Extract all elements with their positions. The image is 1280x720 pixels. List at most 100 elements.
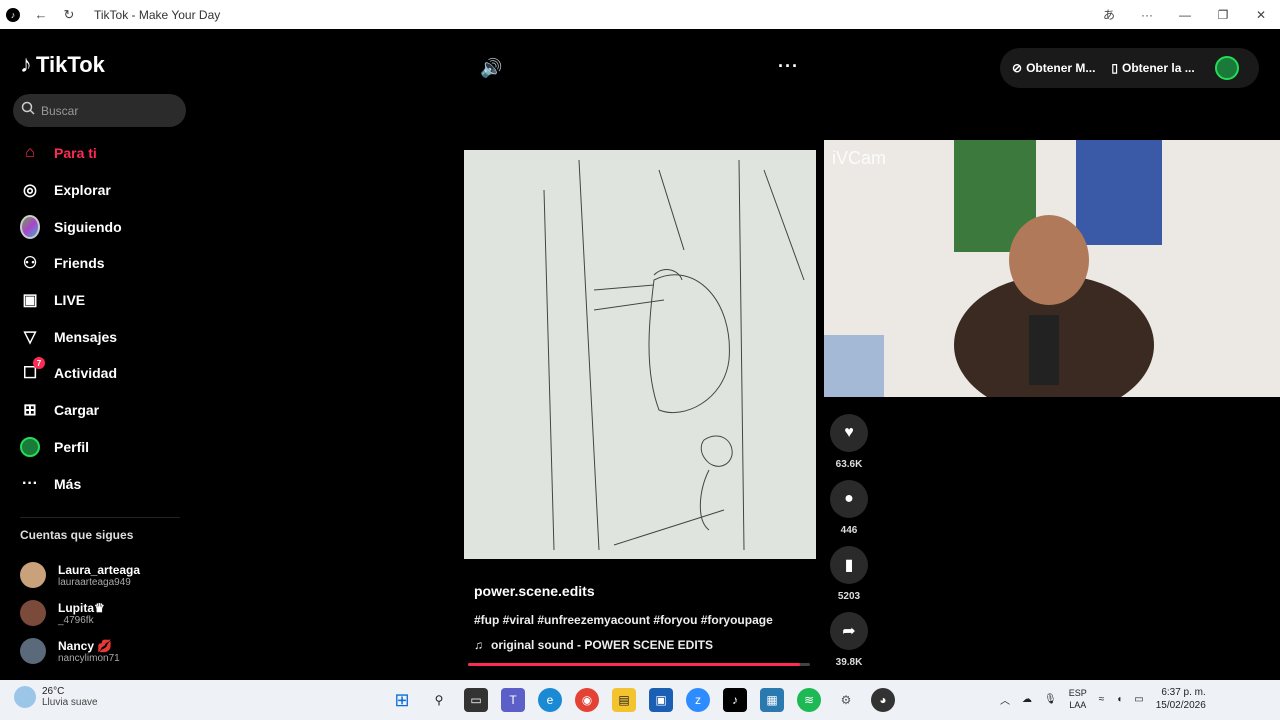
weather-widget[interactable]: 26°C Lluvia suave xyxy=(14,686,98,708)
nav-item-perfil[interactable]: Perfil xyxy=(0,429,200,466)
windows-start-icon[interactable]: ⊞ xyxy=(390,688,414,712)
get-app-button[interactable]: ⊘ Obtener M... xyxy=(1012,61,1095,75)
battery-icon[interactable]: ▭ xyxy=(1134,694,1143,705)
nav-item-cargar[interactable]: ⊞ Cargar xyxy=(0,392,200,429)
like-action[interactable]: ♥ 63.6K xyxy=(830,414,868,470)
nav-item-live[interactable]: ▣ LIVE xyxy=(0,282,200,319)
settings-icon[interactable]: ⚙ xyxy=(834,688,858,712)
back-arrow-icon[interactable]: ← xyxy=(34,7,48,22)
store-icon[interactable]: ▣ xyxy=(649,688,673,712)
save-count: 5203 xyxy=(837,591,861,602)
mic-icon[interactable]: 🎙 xyxy=(1044,694,1057,705)
more-icon: ··· xyxy=(22,474,38,492)
nav-item-mas[interactable]: ··· Más xyxy=(0,465,200,502)
refresh-icon[interactable]: ↻ xyxy=(62,7,76,22)
tiktok-logo[interactable]: ♪ TikTok xyxy=(20,51,105,79)
sidebar-divider xyxy=(20,517,180,518)
get-mobile-app-button[interactable]: ▯ Obtener la ... xyxy=(1111,61,1194,75)
translate-icon[interactable]: あ xyxy=(1090,0,1128,29)
nav-label: Cargar xyxy=(54,402,100,419)
wifi-icon[interactable]: ≈ xyxy=(1099,694,1105,705)
github-icon[interactable]: ◕ xyxy=(871,688,895,712)
heart-icon[interactable]: ♥ xyxy=(830,414,868,452)
edge-icon[interactable]: e xyxy=(538,688,562,712)
search-icon xyxy=(21,101,35,120)
task-view-icon[interactable]: ▭ xyxy=(464,688,488,712)
nav-item-friends[interactable]: ⚇ Friends xyxy=(0,245,200,282)
nav-label: Perfil xyxy=(54,438,90,455)
photos-icon[interactable]: ▦ xyxy=(760,688,784,712)
nav-item-actividad[interactable]: ☐ 7 Actividad xyxy=(0,355,200,392)
video-author[interactable]: power.scene.edits xyxy=(474,583,595,599)
search-box[interactable] xyxy=(13,94,186,127)
share-action[interactable]: ➦ 39.8K xyxy=(830,612,868,668)
restore-icon[interactable]: ❐ xyxy=(1204,0,1242,29)
follow-name: Laura_arteaga xyxy=(58,562,141,577)
more-options-icon[interactable]: ··· xyxy=(778,56,799,77)
follow-item[interactable]: Nancy 💋 nancylimon71 xyxy=(20,632,140,670)
video-player[interactable] xyxy=(464,150,816,559)
follow-list: Laura_arteaga lauraarteaga949 Lupita♛ _4… xyxy=(20,556,140,670)
tiktok-note-icon: ♪ xyxy=(20,51,32,78)
clock-date: 15/02/2026 xyxy=(1155,700,1206,711)
nav-label: Siguiendo xyxy=(54,218,122,235)
clock-time: 6:37 p. m. xyxy=(1161,687,1206,698)
profile-icon xyxy=(20,436,40,457)
video-hashtags[interactable]: #fup #viral #unfreezemyacount #foryou #f… xyxy=(474,613,773,627)
comment-count: 446 xyxy=(840,525,858,536)
onedrive-icon[interactable]: ☁ xyxy=(1022,694,1032,705)
webcam-overlay: iVCam xyxy=(824,140,1280,397)
profile-avatar[interactable] xyxy=(1214,56,1239,80)
comment-action[interactable]: ● 446 xyxy=(830,480,868,536)
system-tray: ︿ ☁ 🎙 ESP LAA ≈ ◖ ▭ 6:37 p. m. 15/02/202… xyxy=(1000,686,1206,712)
comment-icon[interactable]: ● xyxy=(830,480,868,518)
weather-desc: Lluvia suave xyxy=(42,697,98,708)
minimize-icon[interactable]: — xyxy=(1166,0,1204,29)
tiktok-logo-icon: ♪ xyxy=(6,7,20,22)
video-frame-sketch xyxy=(464,150,816,559)
more-icon[interactable]: ··· xyxy=(1128,0,1166,29)
window-title: TikTok - Make Your Day xyxy=(94,7,221,22)
clock[interactable]: 6:37 p. m. 15/02/2026 xyxy=(1156,686,1206,712)
nav-item-para-ti[interactable]: ⌂ Para ti xyxy=(0,135,200,172)
nav-label: Friends xyxy=(54,255,105,272)
save-action[interactable]: ▮ 5203 xyxy=(830,546,868,602)
nav-item-explorar[interactable]: ◎ Explorar xyxy=(0,172,200,209)
zoom-icon[interactable]: z xyxy=(686,688,710,712)
follow-item[interactable]: Laura_arteaga lauraarteaga949 xyxy=(20,556,140,594)
phone-icon: ▯ xyxy=(1111,61,1119,75)
compass-icon: ◎ xyxy=(23,182,37,200)
lang-2: LAA xyxy=(1069,700,1087,710)
spotify-icon[interactable]: ≋ xyxy=(797,688,821,712)
sidebar: ♪ TikTok ⌂ Para ti ◎ Explorar Siguiendo … xyxy=(0,29,200,680)
volume-icon[interactable]: ◖ xyxy=(1116,694,1122,705)
compass-icon: ⊘ xyxy=(1012,61,1023,75)
nav-label: Para ti xyxy=(54,145,97,162)
taskbar-apps: ⊞ ⚲ ▭ T e ◉ ▤ ▣ z ♪ ▦ ≋ ⚙ ◕ xyxy=(390,688,895,712)
teams-icon[interactable]: T xyxy=(501,688,525,712)
nav-item-siguiendo[interactable]: Siguiendo xyxy=(0,208,200,245)
search-input[interactable] xyxy=(41,103,181,118)
nav-item-mensajes[interactable]: ▽ Mensajes xyxy=(0,318,200,355)
activity-badge: 7 xyxy=(33,357,45,370)
weather-temp: 26°C xyxy=(42,686,65,697)
video-progress-bar[interactable] xyxy=(468,663,810,666)
lang-1: ESP xyxy=(1068,688,1087,698)
follow-item[interactable]: Lupita♛ _4796fk xyxy=(20,594,140,632)
language-indicator[interactable]: ESP LAA xyxy=(1069,687,1087,711)
bookmark-icon[interactable]: ▮ xyxy=(830,546,868,584)
close-icon[interactable]: ✕ xyxy=(1242,0,1280,29)
music-note-icon: ♫ xyxy=(474,638,483,652)
video-actions: ♥ 63.6K ● 446 ▮ 5203 ➦ 39.8K xyxy=(829,414,869,678)
search-icon[interactable]: ⚲ xyxy=(427,688,451,712)
file-explorer-icon[interactable]: ▤ xyxy=(612,688,636,712)
volume-icon[interactable]: 🔊 xyxy=(480,58,502,79)
video-sound[interactable]: ♫ original sound - POWER SCENE EDITS xyxy=(474,638,713,652)
chevron-up-icon[interactable]: ︿ xyxy=(1000,692,1010,707)
share-icon[interactable]: ➦ xyxy=(830,612,868,650)
tiktok-app-icon[interactable]: ♪ xyxy=(723,688,747,712)
follow-username: nancylimon71 xyxy=(58,652,120,664)
logo-text: TikTok xyxy=(36,52,105,77)
chrome-icon[interactable]: ◉ xyxy=(575,688,599,712)
home-icon: ⌂ xyxy=(25,144,35,162)
